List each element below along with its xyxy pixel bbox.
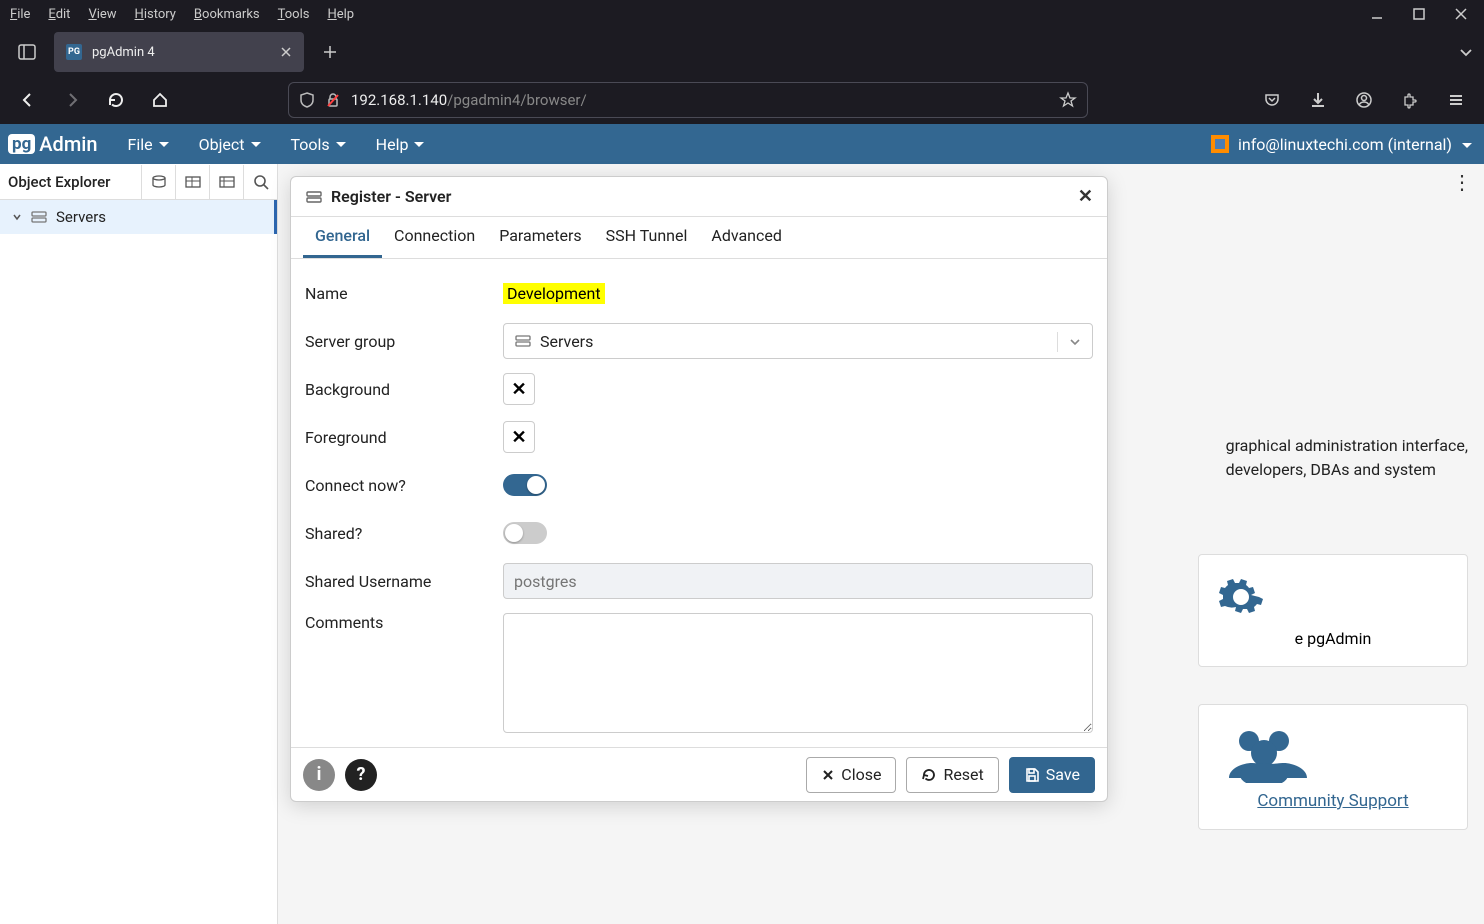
configure-panel[interactable]: e pgAdmin: [1198, 554, 1468, 667]
save-button[interactable]: Save: [1009, 757, 1095, 793]
window-minimize-icon[interactable]: [1370, 7, 1384, 21]
shared-toggle[interactable]: [503, 522, 547, 544]
help-button[interactable]: ?: [345, 759, 377, 791]
back-button[interactable]: [12, 84, 44, 116]
reset-icon: [921, 767, 937, 783]
nav-bar: 192.168.1.140/pgadmin4/browser/: [0, 76, 1484, 124]
tab-ssh-tunnel[interactable]: SSH Tunnel: [594, 216, 700, 258]
menu-file[interactable]: File: [10, 7, 30, 22]
foreground-color-button[interactable]: ✕: [503, 421, 535, 453]
account-icon[interactable]: [1348, 84, 1380, 116]
extensions-icon[interactable]: [1394, 84, 1426, 116]
info-button[interactable]: i: [303, 759, 335, 791]
filter-icon[interactable]: [209, 165, 243, 199]
community-support-link[interactable]: Community Support: [1257, 791, 1408, 811]
reload-button[interactable]: [100, 84, 132, 116]
pg-user-menu[interactable]: info@linuxtechi.com (internal): [1210, 134, 1484, 154]
close-button[interactable]: Close: [806, 757, 896, 793]
chevron-down-icon: [1460, 135, 1472, 154]
label-server-group: Server group: [305, 332, 491, 351]
tree-node-label: Servers: [56, 208, 106, 226]
tab-favicon-icon: PG: [66, 44, 82, 60]
pgadmin-header: pg Admin File Object Tools Help info@lin…: [0, 124, 1484, 164]
comments-input[interactable]: [503, 613, 1093, 733]
tab-bar: PG pgAdmin 4: [0, 28, 1484, 76]
chevron-down-icon: [1057, 332, 1082, 352]
tree-collapse-icon[interactable]: [12, 212, 22, 222]
reset-button[interactable]: Reset: [906, 757, 998, 793]
browser-menubar: File Edit View History Bookmarks Tools H…: [0, 0, 1484, 28]
insecure-lock-icon[interactable]: [325, 92, 341, 108]
close-icon: [821, 768, 835, 782]
shared-username-input: [503, 563, 1093, 599]
new-tab-button[interactable]: [314, 36, 346, 68]
register-server-dialog: Register - Server ✕ General Connection P…: [290, 176, 1108, 802]
search-icon[interactable]: [243, 165, 277, 199]
pocket-icon[interactable]: [1256, 84, 1288, 116]
server-group-icon: [30, 210, 48, 224]
menu-bookmarks[interactable]: Bookmarks: [194, 7, 260, 22]
window-maximize-icon[interactable]: [1412, 7, 1426, 21]
window-close-icon[interactable]: [1454, 7, 1468, 21]
server-group-icon: [514, 334, 532, 348]
tab-advanced[interactable]: Advanced: [699, 216, 794, 258]
pg-menu-help[interactable]: Help: [376, 135, 425, 154]
gear-icon: [1217, 573, 1449, 621]
forward-button[interactable]: [56, 84, 88, 116]
url-bar[interactable]: 192.168.1.140/pgadmin4/browser/: [288, 82, 1088, 118]
object-explorer-title: Object Explorer: [0, 173, 118, 191]
server-group-select[interactable]: Servers: [503, 323, 1093, 359]
user-label: info@linuxtechi.com (internal): [1238, 135, 1452, 154]
label-name: Name: [305, 284, 491, 303]
label-foreground: Foreground: [305, 428, 491, 447]
home-button[interactable]: [144, 84, 176, 116]
dialog-title: Register - Server: [331, 187, 451, 206]
view-data-icon[interactable]: [175, 165, 209, 199]
server-icon: [305, 190, 323, 204]
label-shared: Shared?: [305, 524, 491, 543]
pgadmin-logo[interactable]: pg Admin: [8, 132, 97, 156]
menu-edit[interactable]: Edit: [48, 7, 70, 22]
user-badge-icon: [1210, 134, 1230, 154]
object-explorer: Object Explorer Servers: [0, 164, 278, 924]
welcome-text: graphical administration interface, deve…: [1226, 434, 1468, 482]
tab-title: pgAdmin 4: [92, 45, 155, 60]
panel-menu-icon[interactable]: ⋮: [1452, 170, 1470, 194]
tree-node-servers[interactable]: Servers: [0, 200, 277, 234]
url-text: 192.168.1.140/pgadmin4/browser/: [351, 91, 1049, 109]
tracking-shield-icon[interactable]: [299, 92, 315, 108]
label-connect-now: Connect now?: [305, 476, 491, 495]
background-color-button[interactable]: ✕: [503, 373, 535, 405]
menu-tools[interactable]: Tools: [278, 7, 310, 22]
app-menu-icon[interactable]: [1440, 84, 1472, 116]
community-panel[interactable]: Community Support: [1198, 704, 1468, 830]
connect-now-toggle[interactable]: [503, 474, 547, 496]
tab-connection[interactable]: Connection: [382, 216, 487, 258]
dialog-tabs: General Connection Parameters SSH Tunnel…: [291, 217, 1107, 259]
tab-general[interactable]: General: [303, 216, 382, 258]
pg-menu-tools[interactable]: Tools: [291, 135, 346, 154]
pg-menu-file[interactable]: File: [127, 135, 168, 154]
label-shared-username: Shared Username: [305, 572, 491, 591]
menu-help[interactable]: Help: [327, 7, 354, 22]
all-tabs-button[interactable]: [1458, 44, 1474, 60]
tab-parameters[interactable]: Parameters: [487, 216, 593, 258]
bookmark-star-icon[interactable]: [1059, 91, 1077, 109]
label-comments: Comments: [305, 613, 491, 632]
name-input[interactable]: Development: [503, 283, 1093, 304]
menu-history[interactable]: History: [135, 7, 176, 22]
users-icon: [1217, 723, 1449, 783]
query-tool-icon[interactable]: [141, 165, 175, 199]
tab-close-icon[interactable]: [280, 46, 292, 58]
pg-menu-object[interactable]: Object: [199, 135, 261, 154]
save-icon: [1024, 767, 1040, 783]
sidebar-toggle-icon[interactable]: [10, 35, 44, 69]
browser-tab[interactable]: PG pgAdmin 4: [54, 32, 304, 72]
menu-view[interactable]: View: [88, 7, 116, 22]
dialog-close-icon[interactable]: ✕: [1078, 186, 1093, 207]
configure-link[interactable]: e pgAdmin: [1295, 629, 1372, 648]
downloads-icon[interactable]: [1302, 84, 1334, 116]
label-background: Background: [305, 380, 491, 399]
